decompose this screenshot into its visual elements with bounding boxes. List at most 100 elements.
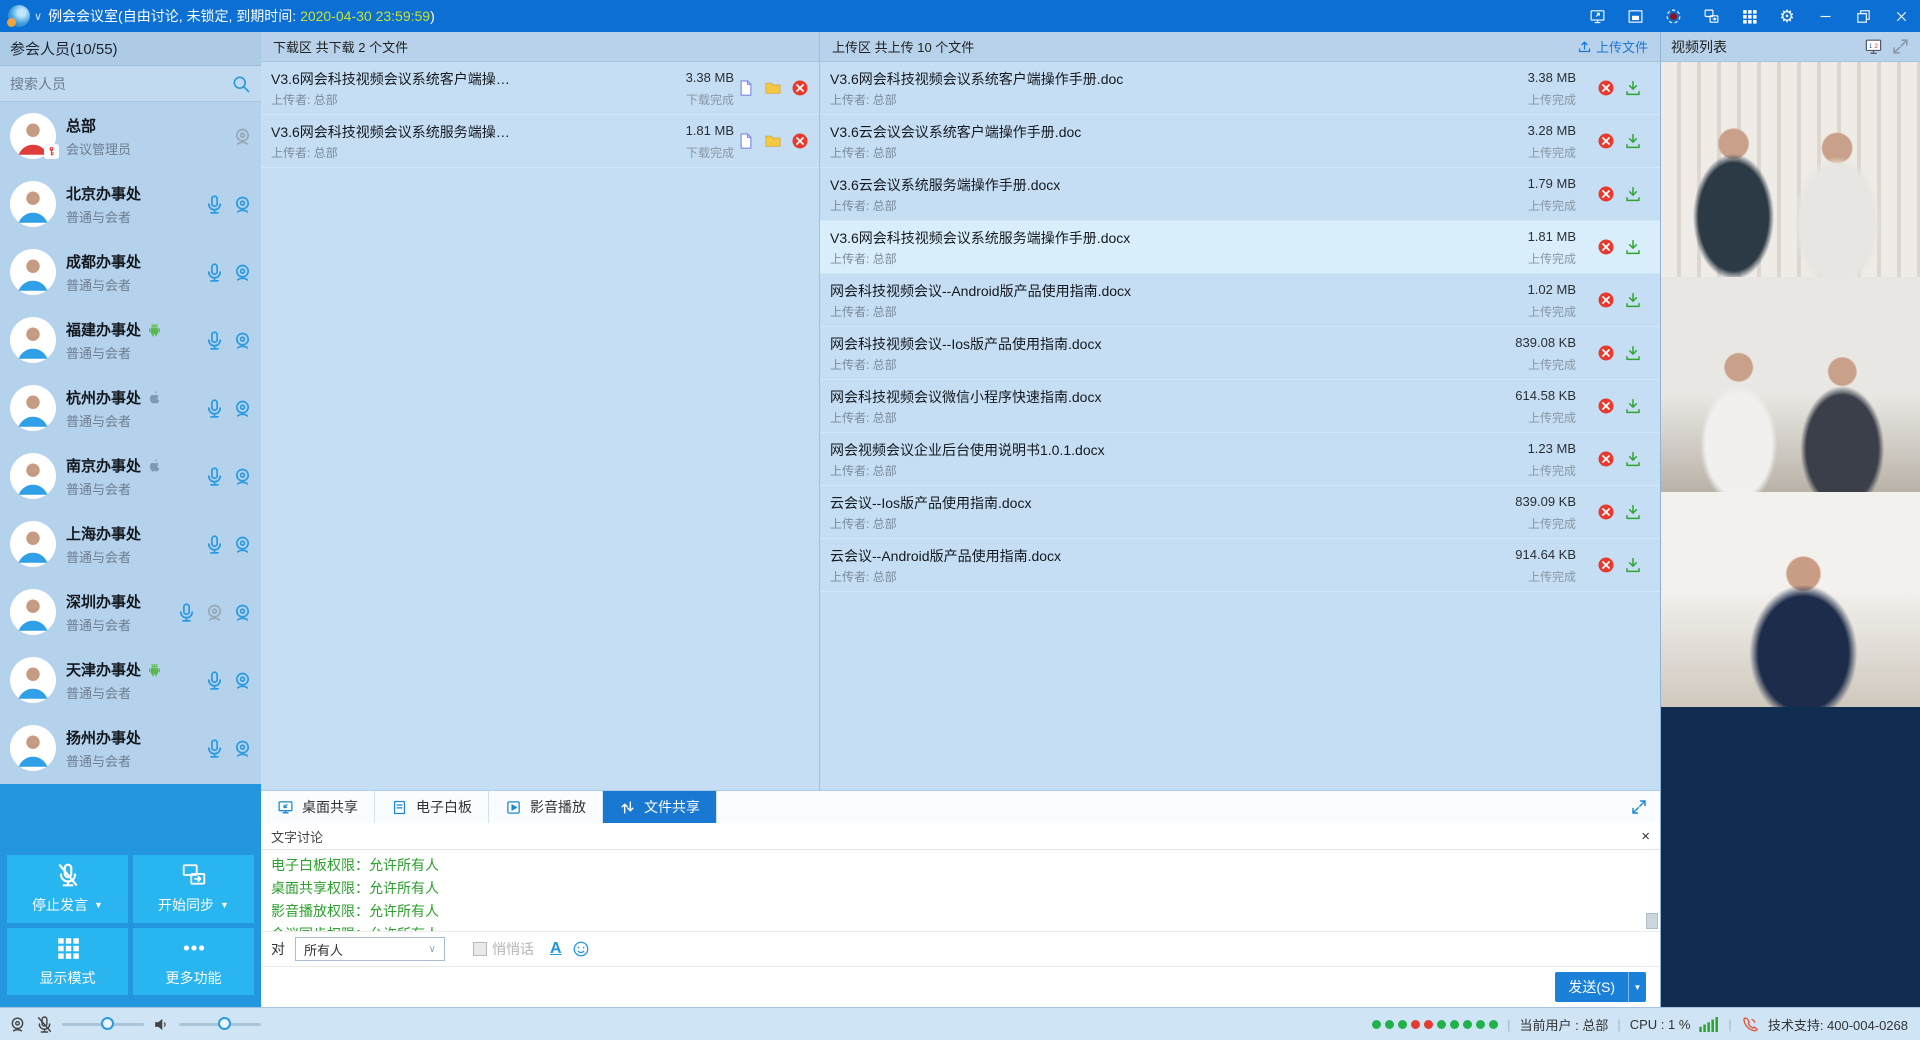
mic-volume-slider[interactable] xyxy=(62,1023,144,1026)
chat-close-icon[interactable]: × xyxy=(1641,828,1650,845)
webcam-icon[interactable] xyxy=(232,262,253,283)
speaker-icon[interactable] xyxy=(152,1015,171,1034)
tab-media-play[interactable]: 影音播放 xyxy=(489,791,603,823)
record-icon[interactable] xyxy=(1654,0,1692,32)
delete-icon[interactable] xyxy=(1597,450,1615,468)
mic-icon[interactable] xyxy=(204,262,225,283)
video-thumbnail-2[interactable] xyxy=(1661,277,1920,492)
sync-screens-icon[interactable] xyxy=(1692,0,1730,32)
upload-file-row[interactable]: 网会科技视频会议--Ios版产品使用指南.docx上传者: 总部839.08 K… xyxy=(820,327,1660,380)
participant-row[interactable]: 福建办事处普通与会者 xyxy=(0,306,261,374)
download-icon[interactable] xyxy=(1624,291,1642,309)
download-icon[interactable] xyxy=(1624,397,1642,415)
recipient-select[interactable]: 所有人 ∨ xyxy=(295,937,445,961)
control-button[interactable]: 停止发言▼ xyxy=(7,855,128,923)
whisper-checkbox[interactable] xyxy=(473,942,487,956)
delete-icon[interactable] xyxy=(1597,503,1615,521)
participant-row[interactable]: 上海办事处普通与会者 xyxy=(0,510,261,578)
upload-file-row[interactable]: V3.6网会科技视频会议系统服务端操作手册.docx上传者: 总部1.81 MB… xyxy=(820,221,1660,274)
webcam-icon[interactable] xyxy=(232,466,253,487)
download-file-row[interactable]: V3.6网会科技视频会议系统服务端操作手册.docx上传者: 总部1.81 MB… xyxy=(261,115,819,168)
screen-share-icon[interactable] xyxy=(1578,0,1616,32)
delete-icon[interactable] xyxy=(791,79,809,97)
dropdown-arrow-icon[interactable]: ▼ xyxy=(220,900,229,910)
participant-row[interactable]: 杭州办事处普通与会者 xyxy=(0,374,261,442)
delete-icon[interactable] xyxy=(1597,556,1615,574)
webcam-icon[interactable] xyxy=(232,670,253,691)
delete-icon[interactable] xyxy=(1597,79,1615,97)
mic-icon[interactable] xyxy=(204,534,225,555)
mic-icon[interactable] xyxy=(204,670,225,691)
video-thumbnail-3[interactable] xyxy=(1661,492,1920,707)
participant-row[interactable]: 天津办事处普通与会者 xyxy=(0,646,261,714)
control-button[interactable]: 开始同步▼ xyxy=(133,855,254,923)
webcam-icon[interactable] xyxy=(232,330,253,351)
dropdown-arrow-icon[interactable]: ▼ xyxy=(94,900,103,910)
restore-button[interactable] xyxy=(1844,0,1882,32)
expand-icon[interactable] xyxy=(1630,798,1648,816)
mic-muted-icon[interactable] xyxy=(35,1015,54,1034)
search-icon[interactable] xyxy=(231,74,251,94)
upload-file-row[interactable]: 网会视频会议企业后台使用说明书1.0.1.docx上传者: 总部1.23 MB上… xyxy=(820,433,1660,486)
search-input[interactable]: 搜索人员 xyxy=(10,74,231,94)
chevron-down-icon[interactable]: ∨ xyxy=(34,10,42,23)
control-button[interactable]: 更多功能 xyxy=(133,928,254,996)
participant-row[interactable]: 深圳办事处普通与会者 xyxy=(0,578,261,646)
webcam-icon[interactable] xyxy=(232,194,253,215)
delete-icon[interactable] xyxy=(791,132,809,150)
screen-12-icon[interactable]: 12 xyxy=(1864,37,1883,56)
tab-whiteboard[interactable]: 电子白板 xyxy=(375,791,489,823)
mic-icon[interactable] xyxy=(204,466,225,487)
control-button[interactable]: 显示模式 xyxy=(7,928,128,996)
delete-icon[interactable] xyxy=(1597,397,1615,415)
webcam-icon[interactable] xyxy=(232,398,253,419)
upload-file-button[interactable]: 上传文件 xyxy=(1577,37,1648,56)
webcam-icon[interactable] xyxy=(8,1015,27,1034)
download-icon[interactable] xyxy=(1624,185,1642,203)
webcam-icon[interactable] xyxy=(232,602,253,623)
chat-scrollbar-thumb[interactable] xyxy=(1646,913,1658,929)
message-input[interactable]: 发送(S) ▼ xyxy=(261,967,1660,1007)
participant-row[interactable]: 南京办事处普通与会者 xyxy=(0,442,261,510)
upload-file-row[interactable]: 云会议--Android版产品使用指南.docx上传者: 总部914.64 KB… xyxy=(820,539,1660,592)
speaker-volume-slider[interactable] xyxy=(179,1023,261,1026)
webcam-icon[interactable] xyxy=(232,738,253,759)
participant-row[interactable]: 总部会议管理员 xyxy=(0,102,261,170)
font-color-button[interactable]: A xyxy=(550,940,562,958)
folder-icon[interactable] xyxy=(764,132,782,150)
upload-file-row[interactable]: V3.6云会议会议系统客户端操作手册.doc上传者: 总部3.28 MB上传完成 xyxy=(820,115,1660,168)
mic-icon[interactable] xyxy=(176,602,197,623)
grid-icon[interactable] xyxy=(1730,0,1768,32)
emoji-button[interactable] xyxy=(572,940,590,958)
download-file-row[interactable]: V3.6网会科技视频会议系统客户端操作手册.doc上传者: 总部3.38 MB下… xyxy=(261,62,819,115)
doc-file-icon[interactable] xyxy=(737,79,755,97)
send-dropdown-arrow[interactable]: ▼ xyxy=(1628,972,1646,1002)
folder-icon[interactable] xyxy=(764,79,782,97)
tab-file-share[interactable]: 文件共享 xyxy=(603,791,717,823)
download-icon[interactable] xyxy=(1624,450,1642,468)
download-icon[interactable] xyxy=(1624,79,1642,97)
webcam-icon[interactable] xyxy=(232,126,253,147)
settings-gear-icon[interactable]: ⚙ xyxy=(1768,0,1806,32)
upload-file-row[interactable]: 云会议--Ios版产品使用指南.docx上传者: 总部839.09 KB上传完成 xyxy=(820,486,1660,539)
chat-messages[interactable]: 电子白板权限：允许所有人桌面共享权限：允许所有人影音播放权限：允许所有人会议同步… xyxy=(261,850,1660,932)
webcam-icon[interactable] xyxy=(204,602,225,623)
tab-desktop-share[interactable]: 桌面共享 xyxy=(261,791,375,823)
expand-icon[interactable] xyxy=(1891,37,1910,56)
mic-icon[interactable] xyxy=(204,330,225,351)
search-bar[interactable]: 搜索人员 xyxy=(0,66,261,102)
minimize-button[interactable] xyxy=(1806,0,1844,32)
mic-icon[interactable] xyxy=(204,194,225,215)
upload-file-row[interactable]: V3.6网会科技视频会议系统客户端操作手册.doc上传者: 总部3.38 MB上… xyxy=(820,62,1660,115)
delete-icon[interactable] xyxy=(1597,344,1615,362)
send-button[interactable]: 发送(S) ▼ xyxy=(1555,972,1646,1002)
window-mode-icon[interactable] xyxy=(1616,0,1654,32)
upload-file-row[interactable]: 网会科技视频会议--Android版产品使用指南.docx上传者: 总部1.02… xyxy=(820,274,1660,327)
doc-file-icon[interactable] xyxy=(737,132,755,150)
delete-icon[interactable] xyxy=(1597,238,1615,256)
close-button[interactable] xyxy=(1882,0,1920,32)
download-icon[interactable] xyxy=(1624,556,1642,574)
download-icon[interactable] xyxy=(1624,132,1642,150)
participant-row[interactable]: 成都办事处普通与会者 xyxy=(0,238,261,306)
upload-file-row[interactable]: V3.6云会议系统服务端操作手册.docx上传者: 总部1.79 MB上传完成 xyxy=(820,168,1660,221)
